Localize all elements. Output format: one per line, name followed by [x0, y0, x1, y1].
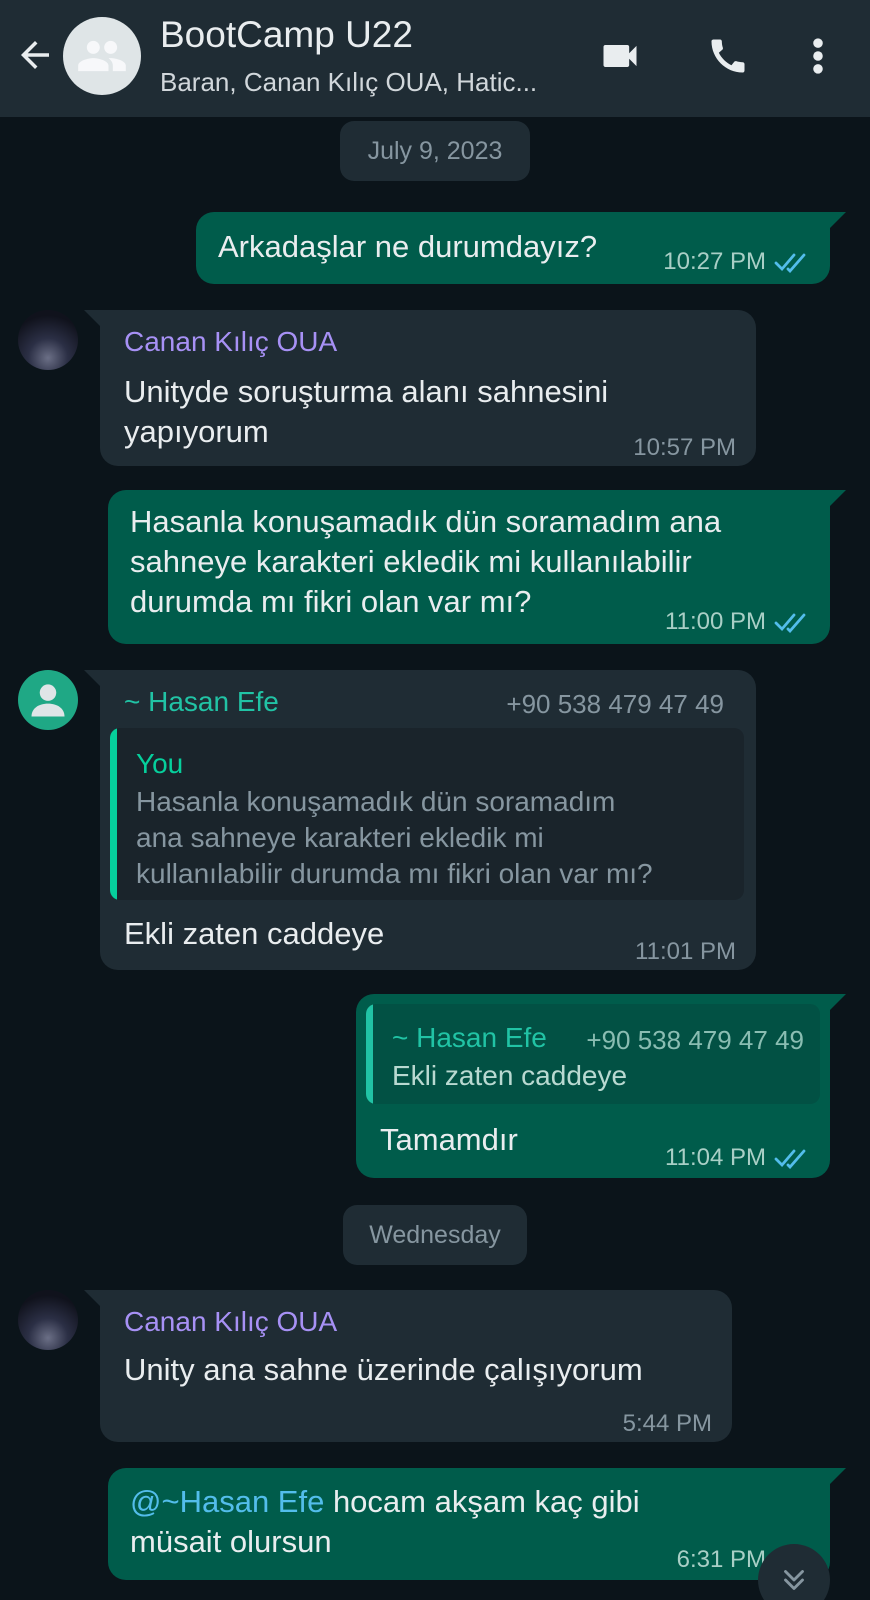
quote-accent-bar	[110, 728, 117, 900]
quoted-phone: +90 538 479 47 49	[586, 1025, 804, 1055]
message-time: 10:57 PM	[633, 434, 736, 461]
chat-title[interactable]: BootCamp U22	[160, 14, 413, 56]
message-meta: 10:57 PM	[633, 428, 736, 468]
bubble-tail	[84, 310, 100, 326]
mention-link[interactable]: @~Hasan Efe	[130, 1484, 324, 1519]
message-time: 11:00 PM	[665, 608, 766, 635]
incoming-message[interactable]: Canan Kılıç OUA Unity ana sahne üzerinde…	[84, 1290, 732, 1444]
message-meta: 10:27 PM	[663, 242, 810, 282]
group-avatar-icon	[78, 40, 126, 72]
sender-phone: +90 538 479 47 49	[506, 689, 724, 719]
double-check-icon	[774, 253, 806, 273]
sender-avatar[interactable]	[18, 670, 78, 730]
message-text-line: Unityde soruşturma alanı sahnesini	[124, 374, 609, 409]
message-meta: 5:44 PM	[623, 1404, 712, 1444]
message-time: 11:01 PM	[635, 938, 736, 965]
message-text-line: durumda mı fikri olan var mı?	[130, 584, 532, 619]
outgoing-message[interactable]: @~Hasan Efe hocam akşam kaç gibi müsait …	[108, 1468, 846, 1580]
chat-header: BootCamp U22 Baran, Canan Kılıç OUA, Hat…	[0, 0, 870, 117]
quoted-sender: ~ Hasan Efe	[392, 1022, 547, 1053]
quoted-text-line: ana sahneye karakteri ekledik mi	[136, 822, 544, 853]
sender-name[interactable]: Canan Kılıç OUA	[124, 322, 337, 362]
quoted-text-line: Hasanla konuşamadık dün soramadım	[136, 786, 616, 817]
date-chip-label: Wednesday	[369, 1220, 501, 1249]
date-chip: Wednesday	[343, 1205, 527, 1265]
message-text: Ekli zaten caddeye	[124, 916, 385, 951]
message-time: 6:31 PM	[676, 1546, 766, 1573]
date-chip: July 9, 2023	[340, 121, 530, 181]
outgoing-message[interactable]: Hasanla konuşamadık dün soramadım ana sa…	[108, 490, 846, 644]
message-text: Tamamdır	[380, 1122, 518, 1157]
bubble-tail	[830, 994, 846, 1010]
message-text-line: müsait olursun	[130, 1524, 332, 1559]
quoted-text: Ekli zaten caddeye	[392, 1060, 628, 1091]
incoming-message[interactable]: ~ Hasan Efe +90 538 479 47 49 You Hasanl…	[84, 670, 756, 972]
date-chip-label: July 9, 2023	[367, 136, 503, 165]
back-arrow-icon[interactable]	[14, 34, 56, 76]
double-check-icon	[774, 1149, 806, 1169]
group-avatar[interactable]	[63, 17, 141, 95]
default-person-avatar-icon	[31, 684, 65, 717]
message-text-rest: hocam akşam kaç gibi	[324, 1484, 640, 1519]
message-time: 10:27 PM	[663, 248, 766, 275]
message-text: Arkadaşlar ne durumdayız?	[218, 229, 598, 264]
bubble-tail	[830, 490, 846, 506]
bubble-tail	[830, 212, 846, 228]
sender-name[interactable]: ~ Hasan Efe	[124, 682, 279, 722]
message-text-line: Hasanla konuşamadık dün soramadım ana	[130, 504, 722, 539]
outgoing-message[interactable]: Arkadaşlar ne durumdayız? 10:27 PM	[196, 212, 846, 284]
message-text-line: yapıyorum	[124, 414, 269, 449]
quoted-sender: You	[136, 748, 184, 779]
quoted-message[interactable]: ~ Hasan Efe +90 538 479 47 49 Ekli zaten…	[366, 1004, 820, 1104]
sender-name[interactable]: Canan Kılıç OUA	[124, 1302, 337, 1342]
quoted-message[interactable]: You Hasanla konuşamadık dün soramadım an…	[110, 728, 744, 900]
bubble-tail	[84, 670, 100, 686]
quoted-text-line: kullanılabilir durumda mı fikri olan var…	[136, 858, 653, 889]
message-meta: 11:04 PM	[665, 1138, 810, 1178]
message-time: 5:44 PM	[622, 1410, 712, 1437]
sender-avatar[interactable]	[18, 310, 78, 370]
quote-accent-bar	[366, 1004, 373, 1104]
message-text-line: sahneye karakteri ekledik mi kullanılabi…	[130, 544, 692, 579]
message-text-line: @~Hasan Efe hocam akşam kaç gibi	[130, 1482, 640, 1522]
incoming-message[interactable]: Canan Kılıç OUA Unityde soruşturma alanı…	[84, 310, 756, 468]
bubble-tail	[830, 1468, 846, 1484]
message-time: 11:04 PM	[665, 1144, 766, 1171]
more-options-icon[interactable]	[806, 34, 830, 78]
bubble-tail	[84, 1290, 100, 1306]
message-text: Unity ana sahne üzerinde çalışıyorum	[124, 1352, 643, 1387]
chat-participants[interactable]: Baran, Canan Kılıç OUA, Hatic...	[160, 67, 560, 98]
phone-call-icon[interactable]	[706, 34, 750, 78]
double-check-icon	[774, 613, 806, 633]
message-meta: 11:01 PM	[635, 932, 736, 972]
sender-avatar[interactable]	[18, 1290, 78, 1350]
outgoing-message[interactable]: ~ Hasan Efe +90 538 479 47 49 Ekli zaten…	[356, 994, 846, 1178]
scroll-down-icon	[784, 1570, 804, 1590]
video-call-icon[interactable]	[596, 34, 644, 78]
message-meta: 11:00 PM	[665, 602, 810, 642]
